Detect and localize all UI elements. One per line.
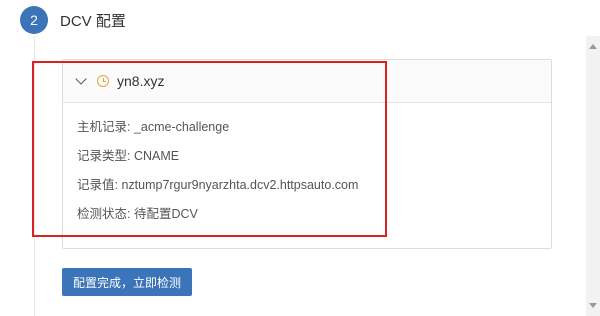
scroll-up-arrow-icon[interactable] <box>589 44 597 49</box>
record-value: 待配置DCV <box>133 207 198 221</box>
record-value: nztump7rgur9nyarzhta.dcv2.httpsauto.com <box>121 178 359 192</box>
record-row-host: 主机记录: _acme-challenge <box>77 113 551 142</box>
step-number-badge: 2 <box>20 6 48 34</box>
record-details: 主机记录: _acme-challenge 记录类型: CNAME 记录值: n… <box>63 103 551 229</box>
record-value: _acme-challenge <box>133 120 230 134</box>
panel-header[interactable]: yn8.xyz <box>63 60 551 103</box>
record-label: 记录值: <box>77 178 122 192</box>
record-label: 检测状态: <box>77 207 134 221</box>
scroll-down-arrow-icon[interactable] <box>589 303 597 308</box>
step-rail <box>34 36 35 316</box>
check-now-button[interactable]: 配置完成，立即检测 <box>62 268 192 296</box>
record-label: 主机记录: <box>77 120 134 134</box>
record-row-value: 记录值: nztump7rgur9nyarzhta.dcv2.httpsauto… <box>77 171 551 200</box>
scrollbar[interactable] <box>586 36 600 316</box>
step-title: DCV 配置 <box>60 13 126 30</box>
dcv-record-panel: yn8.xyz 主机记录: _acme-challenge 记录类型: CNAM… <box>62 59 552 249</box>
record-row-type: 记录类型: CNAME <box>77 142 551 171</box>
record-label: 记录类型: <box>77 149 134 163</box>
domain-name: yn8.xyz <box>117 73 165 89</box>
record-value: CNAME <box>133 149 180 163</box>
record-row-status: 检测状态: 待配置DCV <box>77 200 551 229</box>
pending-clock-icon <box>97 75 109 87</box>
chevron-down-icon[interactable] <box>75 73 87 85</box>
